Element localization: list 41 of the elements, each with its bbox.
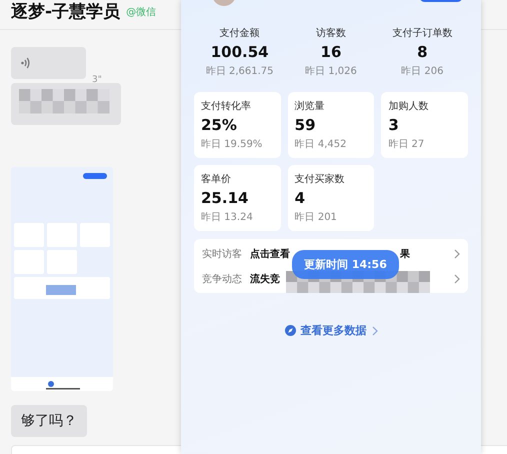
metric-label: 浏览量 bbox=[294, 100, 326, 113]
metric-yesterday: 昨日 19.59% bbox=[201, 138, 264, 151]
metric-value: 16 bbox=[320, 43, 342, 61]
metric-value: 8 bbox=[417, 43, 428, 61]
metric-value: 4 bbox=[294, 189, 306, 207]
update-time-badge: 更新时间 14:56 bbox=[292, 250, 399, 279]
info-text[interactable]: 果 bbox=[400, 246, 410, 260]
metric-yesterday: 昨日 27 bbox=[388, 138, 426, 151]
chevron-right-icon bbox=[454, 248, 460, 258]
metric-label: 访客数 bbox=[316, 26, 346, 40]
info-label: 实时访客 bbox=[202, 248, 242, 260]
metric-yesterday: 昨日 201 bbox=[294, 211, 338, 224]
info-text[interactable]: 流失竞 bbox=[250, 272, 280, 286]
metric-value: 25.14 bbox=[201, 189, 250, 207]
metric-yesterday: 昨日 2,661.75 bbox=[206, 65, 274, 78]
chat-source: @微信 bbox=[126, 6, 156, 18]
metric-label: 支付买家数 bbox=[294, 172, 346, 186]
voice-wave-icon bbox=[21, 57, 30, 69]
info-text[interactable]: 点击查看 bbox=[250, 246, 290, 260]
metric-label: 加购人数 bbox=[388, 100, 430, 113]
metric-yesterday: 昨日 4,452 bbox=[294, 138, 348, 151]
chevron-right-icon bbox=[454, 274, 460, 284]
voice-message[interactable] bbox=[11, 47, 86, 79]
metric-yesterday: 昨日 1,026 bbox=[305, 65, 357, 78]
chat-message: 够了吗？ bbox=[11, 405, 87, 437]
metric-value: 3 bbox=[388, 116, 400, 134]
chevron-right-icon bbox=[372, 326, 378, 336]
metric-yesterday: 昨日 13.24 bbox=[201, 211, 254, 224]
metric-label: 支付转化率 bbox=[201, 100, 252, 113]
metric-label: 客单价 bbox=[201, 172, 232, 186]
metric-value: 59 bbox=[294, 116, 317, 134]
metric-label: 支付金额 bbox=[220, 26, 260, 40]
compass-icon bbox=[284, 325, 296, 336]
info-label: 竞争动态 bbox=[202, 272, 242, 286]
more-data-link[interactable]: 查看更多数据 bbox=[284, 323, 378, 338]
voice-duration: 3" bbox=[92, 75, 102, 85]
metric-value: 100.54 bbox=[210, 43, 269, 61]
metric-value: 25% bbox=[201, 116, 238, 134]
metric-yesterday: 昨日 206 bbox=[401, 65, 444, 78]
metric-label: 支付子订单数 bbox=[392, 26, 452, 40]
chat-title: 逐梦-子慧学员 bbox=[11, 1, 120, 23]
